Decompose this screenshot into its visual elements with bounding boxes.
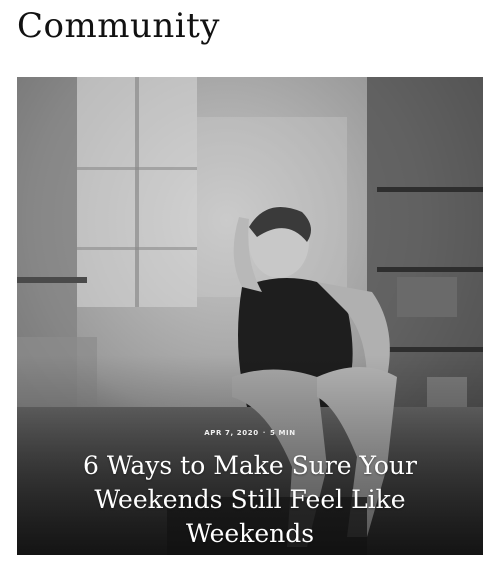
article-meta: APR 7, 2020 · 5 MIN <box>17 429 483 437</box>
featured-article-card[interactable]: APR 7, 2020 · 5 MIN 6 Ways to Make Sure Yo… <box>17 77 483 555</box>
article-date: APR 7, 2020 <box>204 429 259 437</box>
meta-separator: · <box>262 429 266 437</box>
section-title: Community <box>17 6 221 46</box>
article-headline[interactable]: 6 Ways to Make Sure Your Weekends Still … <box>47 449 453 551</box>
article-read-time: 5 MIN <box>269 429 296 437</box>
